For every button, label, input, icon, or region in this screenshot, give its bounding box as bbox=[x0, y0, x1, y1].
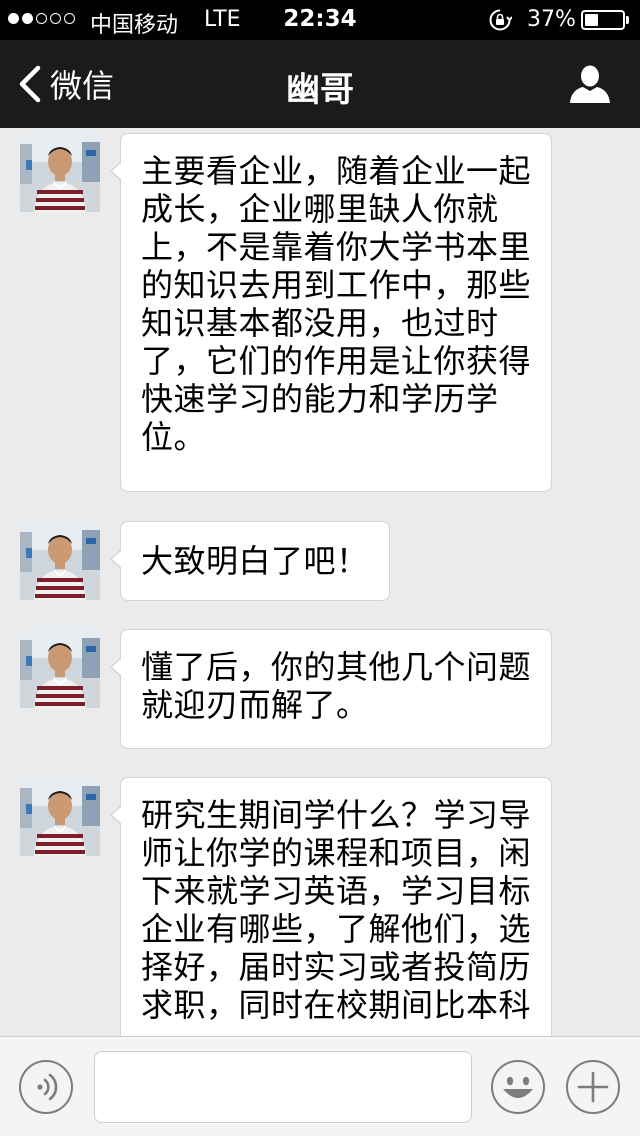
message-bubble[interactable]: 主要看企业，随着企业一起成长，企业哪里缺人你就上，不是靠着你大学书本里的知识去用… bbox=[110, 133, 552, 492]
input-bar bbox=[0, 1036, 640, 1136]
battery-icon bbox=[581, 10, 625, 30]
plus-icon[interactable] bbox=[565, 1059, 621, 1115]
avatar-photo bbox=[20, 132, 100, 212]
avatar[interactable] bbox=[20, 628, 100, 708]
avatar-photo bbox=[20, 776, 100, 856]
message-text: 懂了后，你的其他几个问题就迎刃而解了。 bbox=[141, 648, 532, 724]
message-text: 主要看企业，随着企业一起成长，企业哪里缺人你就上，不是靠着你大学书本里的知识去用… bbox=[141, 152, 532, 456]
message-text: 研究生期间学什么？学习导师让你学的课程和项目，闲下来就学习英语，学习目标企业有哪… bbox=[141, 796, 532, 1024]
message-bubble[interactable]: 研究生期间学什么？学习导师让你学的课程和项目，闲下来就学习英语，学习目标企业有哪… bbox=[110, 777, 552, 1036]
rotation-lock-icon bbox=[489, 9, 512, 31]
voice-icon[interactable] bbox=[18, 1059, 74, 1115]
battery-tip bbox=[626, 16, 629, 24]
profile-icon[interactable] bbox=[568, 64, 612, 104]
battery-level-fill bbox=[585, 14, 598, 26]
message-bubble[interactable]: 大致明白了吧！ bbox=[110, 521, 390, 601]
avatar[interactable] bbox=[20, 520, 100, 600]
message-text: 大致明白了吧！ bbox=[141, 542, 369, 580]
nav-bar: 微信 幽哥 bbox=[0, 40, 640, 128]
battery-percentage: 37% bbox=[527, 7, 576, 32]
chat-title: 幽哥 bbox=[286, 70, 354, 110]
emoji-icon[interactable] bbox=[490, 1059, 546, 1115]
chat-area[interactable]: 主要看企业，随着企业一起成长，企业哪里缺人你就上，不是靠着你大学书本里的知识去用… bbox=[0, 128, 640, 1036]
status-bar: 中国移动 LTE 22:34 37% bbox=[0, 0, 640, 40]
avatar[interactable] bbox=[20, 776, 100, 856]
message-input[interactable] bbox=[94, 1051, 472, 1123]
avatar-photo bbox=[20, 520, 100, 600]
avatar[interactable] bbox=[20, 132, 100, 212]
avatar-photo bbox=[20, 628, 100, 708]
message-bubble[interactable]: 懂了后，你的其他几个问题就迎刃而解了。 bbox=[110, 629, 552, 749]
